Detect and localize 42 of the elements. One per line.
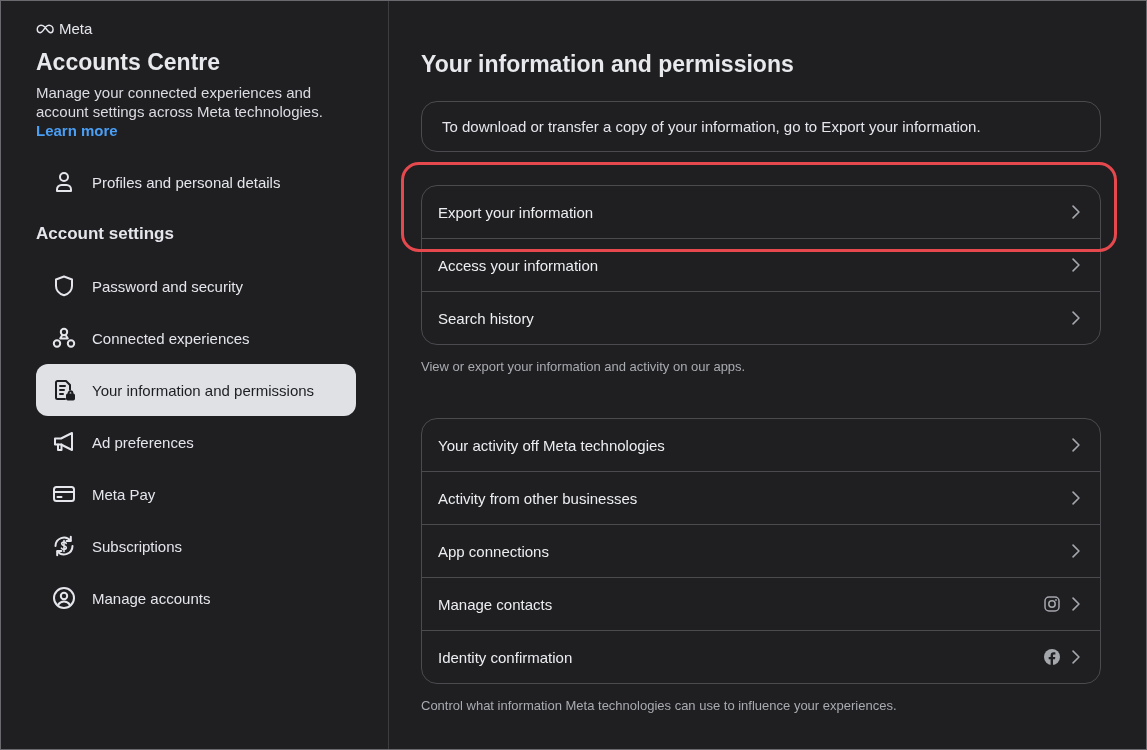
info-notice: To download or transfer a copy of your information, go to Export your information. (421, 101, 1101, 152)
nav-item[interactable]: Ad preferences (36, 416, 356, 468)
settings-row[interactable]: App connections (422, 524, 1100, 577)
settings-row[interactable]: Search history (422, 291, 1100, 344)
chevron-right-icon (1072, 438, 1080, 452)
facebook-icon (1044, 649, 1060, 665)
caption-text: Control what information Meta technologies can use to influence your experiences. (421, 697, 898, 715)
chevron-right-icon (1072, 311, 1080, 325)
settings-row[interactable]: Access your information (422, 238, 1100, 291)
infinity-logo-icon (36, 24, 56, 34)
nav-item[interactable]: Profiles and personal details (36, 156, 356, 208)
nav-item[interactable]: Manage accounts (36, 572, 356, 624)
instagram-icon (1044, 596, 1060, 612)
settings-row[interactable]: Activity from other businesses (422, 471, 1100, 524)
brand-name: Meta (59, 19, 93, 39)
settings-row[interactable]: Your activity off Meta technologies (422, 419, 1100, 471)
section-heading: Account settings (36, 223, 175, 245)
page-title: Your information and permissions (421, 50, 795, 79)
nav-item[interactable]: Your information and permissions (36, 364, 356, 416)
chevron-right-icon (1072, 205, 1080, 219)
nav-item[interactable]: Meta Pay (36, 468, 356, 520)
description-text: Manage your connected experiences and account settings across Meta technologies. (36, 83, 324, 121)
caption-text: View or export your information and activity on our apps. (421, 358, 747, 376)
dollar-sync-icon (52, 534, 76, 558)
chevron-right-icon (1072, 258, 1080, 272)
settings-row[interactable]: Export your information (422, 186, 1100, 238)
megaphone-icon (52, 430, 76, 454)
settings-row[interactable]: Identity confirmation (422, 630, 1100, 683)
nav-item[interactable]: Connected experiences (36, 312, 356, 364)
document-lock-icon (52, 378, 76, 402)
person-circle-icon (52, 586, 76, 610)
chevron-right-icon (1072, 650, 1080, 664)
connected-nodes-icon (52, 326, 76, 350)
nav-item[interactable]: Subscriptions (36, 520, 356, 572)
nav-item[interactable]: Password and security (36, 260, 356, 312)
chevron-right-icon (1072, 597, 1080, 611)
shield-icon (52, 274, 76, 298)
chevron-right-icon (1072, 544, 1080, 558)
settings-row[interactable]: Manage contacts (422, 577, 1100, 630)
chevron-right-icon (1072, 491, 1080, 505)
learn-more-link[interactable]: Learn more (36, 121, 118, 140)
sidebar-title: Accounts Centre (36, 48, 222, 77)
